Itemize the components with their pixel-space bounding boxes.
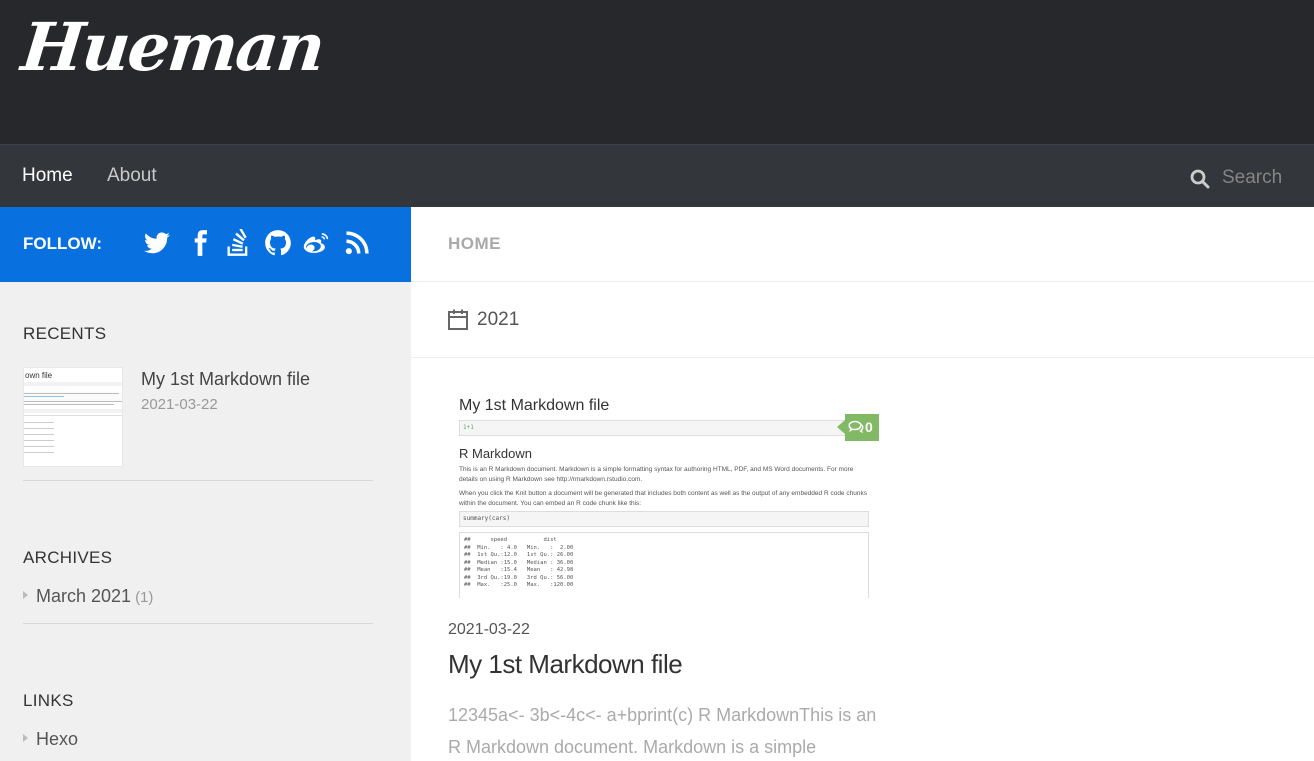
nav-item-home[interactable]: Home <box>22 165 73 187</box>
post-title[interactable]: My 1st Markdown file <box>448 649 683 680</box>
search-box <box>1186 163 1306 193</box>
breadcrumb: HOME <box>448 234 501 253</box>
twitter-icon[interactable] <box>143 229 173 259</box>
search-input[interactable] <box>1222 163 1306 193</box>
thumbnail-heading: R Markdown <box>459 446 532 461</box>
archive-year: 2021 <box>477 309 520 330</box>
comment-count-badge[interactable]: 0 <box>837 414 879 441</box>
chevron-right-icon <box>23 734 28 743</box>
search-icon[interactable] <box>1190 169 1210 189</box>
github-icon[interactable] <box>264 229 294 259</box>
site-logo[interactable]: Hueman <box>18 8 327 86</box>
main-nav: Home About <box>0 144 1314 207</box>
thumbnail-code: summary(cars) <box>459 511 869 527</box>
site-header: Hueman <box>0 0 1314 144</box>
archives-title: ARCHIVES <box>23 548 113 567</box>
divider <box>411 357 1314 358</box>
recents-title: RECENTS <box>23 324 107 343</box>
follow-label: FOLLOW: <box>23 234 102 253</box>
sidebar: FOLLOW: RECENTS own file My 1st Markdown… <box>0 207 411 761</box>
divider <box>23 480 373 481</box>
link-label: Hexo <box>36 729 79 749</box>
post-thumbnail[interactable]: My 1st Markdown file 1+1 R Markdown This… <box>448 383 879 598</box>
link-hexo[interactable]: Hexo <box>23 729 78 750</box>
stackoverflow-icon[interactable] <box>224 228 254 259</box>
divider <box>411 281 1314 282</box>
main-content: HOME 2021 My 1st Markdown file 1+1 R Mar… <box>411 207 1314 761</box>
rss-icon[interactable] <box>343 229 373 259</box>
archive-label: March 2021 <box>36 586 132 606</box>
weibo-icon[interactable] <box>302 229 332 259</box>
post-excerpt: 12345a<- 3b<-4c<- a+bprint(c) R Markdown… <box>448 705 877 757</box>
thumbnail-output: ## speed dist ## Min. : 4.0 Min. : 2.00 … <box>459 532 869 598</box>
recent-post-date: 2021-03-22 <box>141 396 218 413</box>
archive-link-march-2021[interactable]: March 2021 (1) <box>23 586 153 607</box>
recent-post-title[interactable]: My 1st Markdown file <box>141 369 310 390</box>
divider <box>23 623 373 624</box>
links-title: LINKS <box>23 691 74 710</box>
comment-count: 0 <box>865 419 873 435</box>
svg-text:own file: own file <box>25 371 53 380</box>
nav-item-about[interactable]: About <box>107 165 157 187</box>
thumbnail-paragraph: When you click the Knit button a documen… <box>459 490 867 507</box>
comments-icon <box>848 420 864 434</box>
chevron-right-icon <box>23 591 28 600</box>
calendar-icon <box>448 309 468 331</box>
post-date: 2021-03-22 <box>448 621 530 638</box>
thumbnail-title: My 1st Markdown file <box>459 397 610 414</box>
recent-post-thumbnail[interactable]: own file <box>23 367 123 467</box>
thumbnail-code: 1+1 <box>459 420 869 436</box>
facebook-icon[interactable] <box>186 229 216 259</box>
archive-count: (1) <box>135 589 154 606</box>
follow-bar: FOLLOW: <box>0 207 411 282</box>
thumbnail-paragraph: This is an R Markdown document. Markdown… <box>459 466 854 483</box>
